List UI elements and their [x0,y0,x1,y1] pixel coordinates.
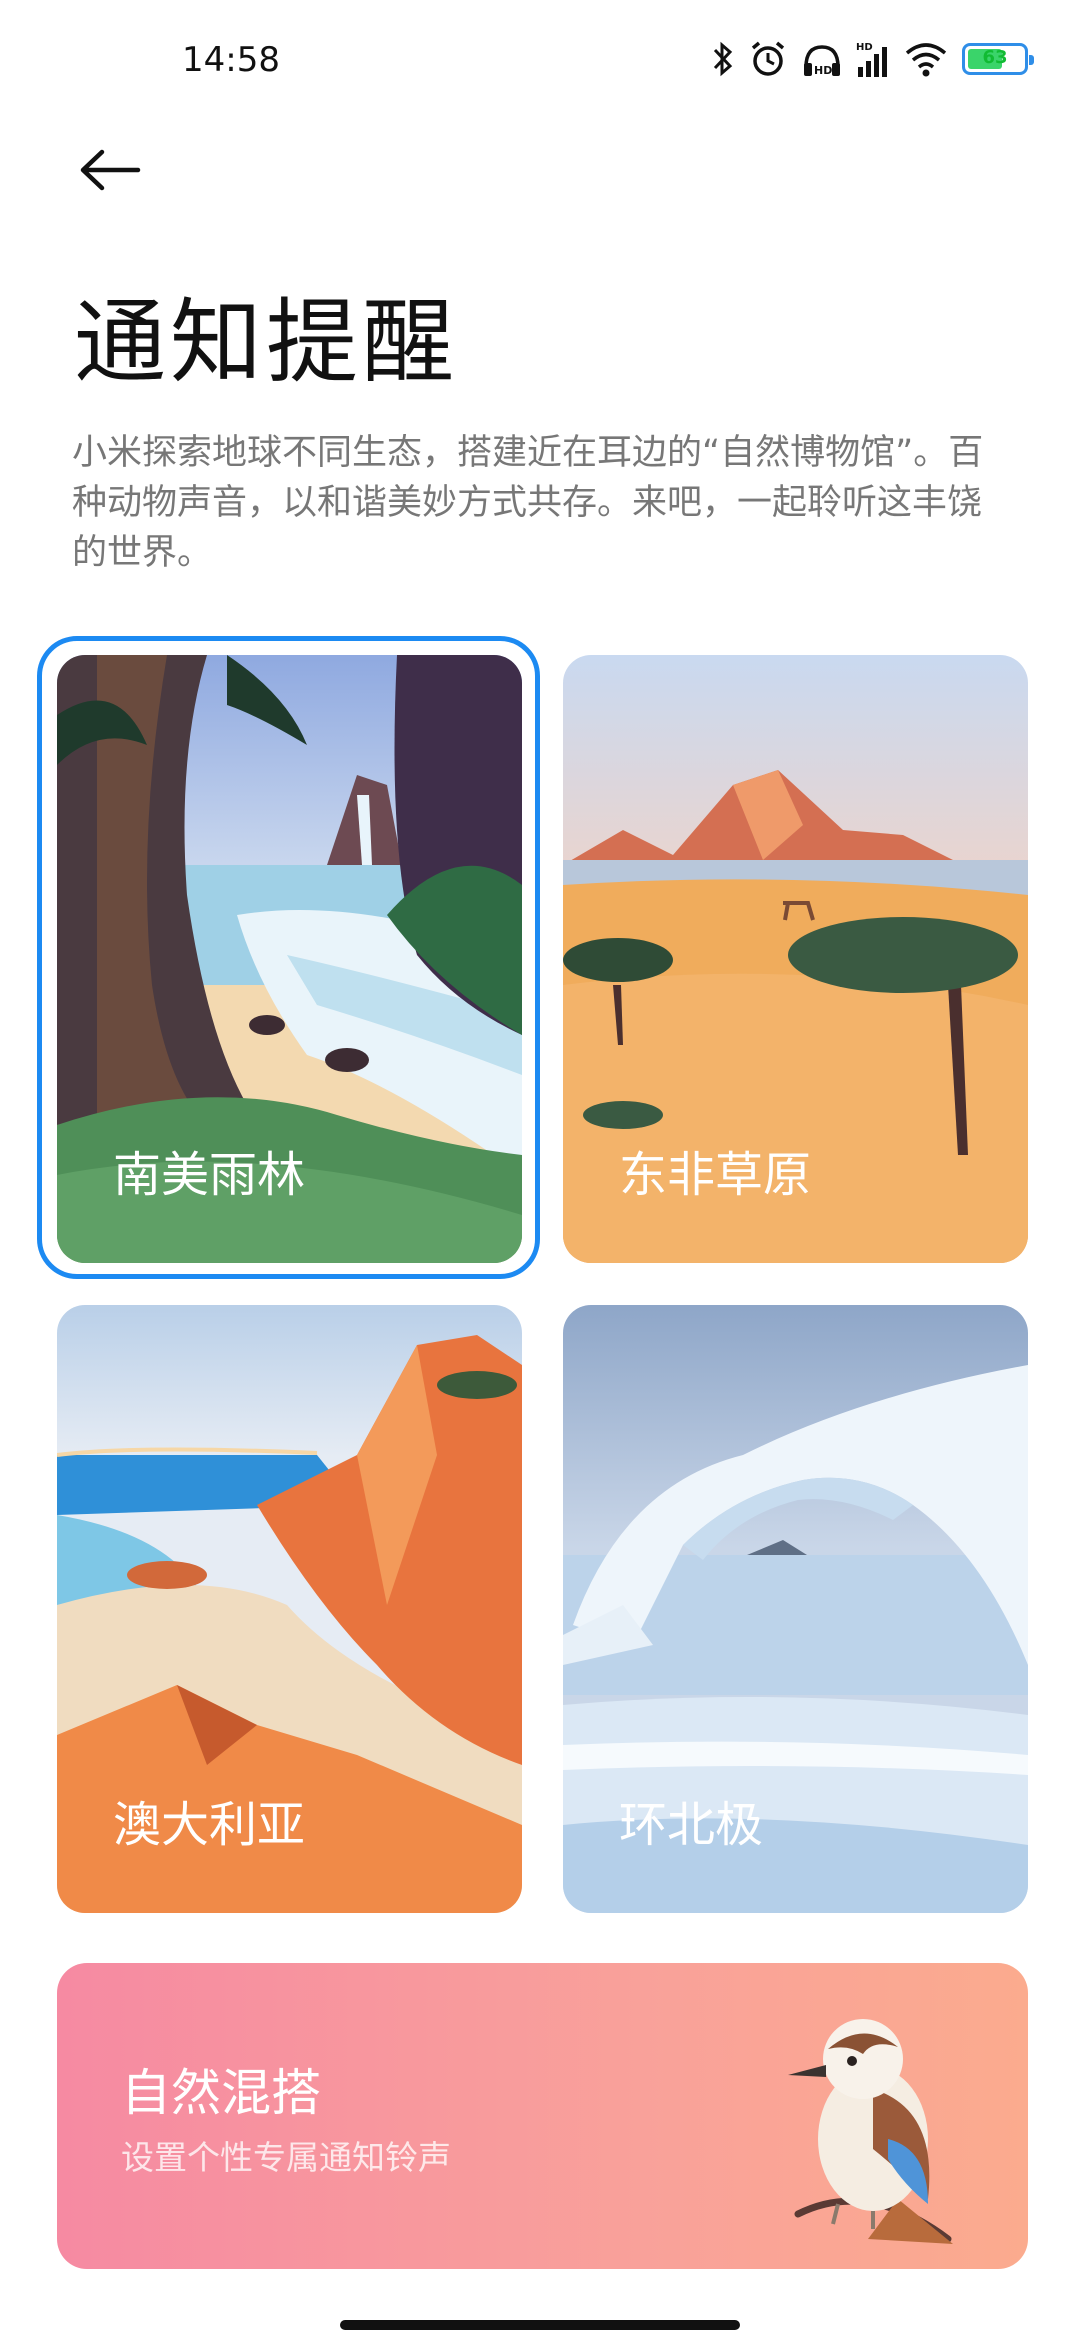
status-time: 14:58 [182,40,280,80]
battery-icon: 63 [962,43,1034,75]
hd-icon: HD [804,45,840,77]
wifi-icon [905,43,947,77]
theme-label: 东非草原 [619,1147,812,1203]
status-bar: 14:58 HD HD 63 [0,0,1080,120]
bluetooth-icon [713,41,733,77]
nature-mix-subtitle: 设置个性专属通知铃声 [121,2138,451,2177]
home-indicator[interactable] [340,2320,740,2330]
signal-icon: HD [856,42,887,77]
arrow-left-icon [80,149,141,191]
status-icons: HD HD 63 [712,36,1034,82]
nature-mix-card[interactable]: 自然混搭 设置个性专属通知铃声 [57,1963,1028,2269]
alarm-icon [751,41,785,76]
svg-text:HD: HD [856,42,873,53]
theme-label: 环北极 [619,1797,764,1853]
back-button[interactable] [78,140,158,200]
theme-card-rainforest[interactable]: 南美雨林 [57,655,522,1263]
hd-label: HD [814,64,832,77]
theme-card-arctic[interactable]: 环北极 [563,1305,1028,1913]
page-title: 通知提醒 [74,289,459,396]
notification-sounds-page: 14:58 HD HD 63 通知提醒 小米探索地球不同生态，搭建近在耳边的“自… [0,0,1080,2340]
page-description: 小米探索地球不同生态，搭建近在耳边的“自然博物馆”。百种动物声音，以和谐美妙方式… [72,433,984,573]
theme-label: 澳大利亚 [113,1797,306,1853]
theme-card-australia[interactable]: 澳大利亚 [57,1305,522,1913]
kookaburra-bird-icon [788,2019,953,2244]
theme-card-savanna[interactable]: 东非草原 [563,655,1028,1263]
nature-mix-title: 自然混搭 [121,2064,321,2122]
theme-label: 南美雨林 [113,1147,306,1203]
battery-level: 63 [982,47,1008,68]
